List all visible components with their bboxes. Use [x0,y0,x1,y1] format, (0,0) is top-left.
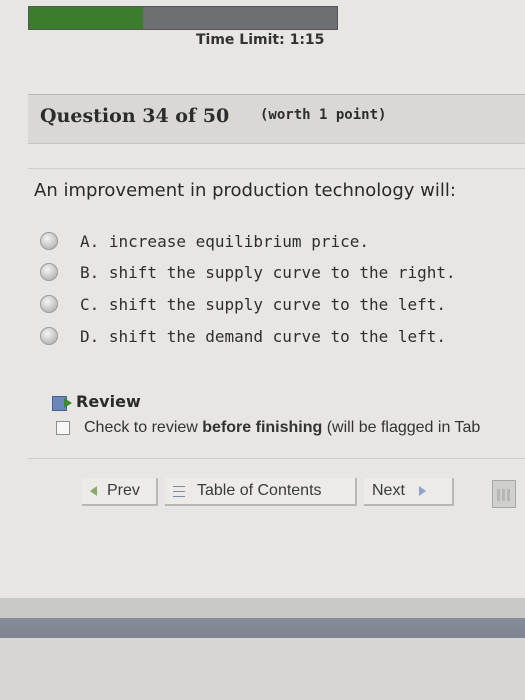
review-title: Review [76,392,141,411]
choice-label[interactable]: C. shift the supply curve to the left. [80,295,446,314]
radio-button[interactable] [40,232,58,250]
review-checkbox-label[interactable]: Check to review before finishing (will b… [84,419,480,437]
progress-bar [28,6,338,30]
question-title: Question 34 of 50 [40,105,230,127]
choice-c[interactable]: C. shift the supply curve to the left. [40,292,446,316]
review-section: Review [52,392,141,411]
divider [28,458,525,459]
radio-button[interactable] [40,295,58,313]
choice-a[interactable]: A. increase equilibrium price. [40,229,369,253]
next-label[interactable]: Next [372,482,405,500]
question-worth: (worth 1 point) [260,107,387,123]
choice-b[interactable]: B. shift the supply curve to the right. [40,260,456,284]
radio-button[interactable] [40,327,58,345]
choice-d[interactable]: D. shift the demand curve to the left. [40,324,446,348]
arrow-left-icon [90,486,97,496]
calculator-icon[interactable] [492,480,516,508]
arrow-right-icon [418,486,426,496]
time-limit: Time Limit: 1:15 [196,32,325,48]
review-flag-icon [52,394,72,411]
toc-label[interactable]: Table of Contents [197,482,322,500]
divider [28,168,525,169]
prev-button[interactable]: Prev [82,478,158,506]
progress-fill [29,7,143,29]
next-button[interactable]: Next [364,478,454,506]
prev-label[interactable]: Prev [107,482,140,500]
question-header: Question 34 of 50 (worth 1 point) [28,94,525,144]
review-checkbox[interactable] [56,421,70,435]
footer-bar [0,598,525,700]
list-icon [173,485,185,497]
radio-button[interactable] [40,263,58,281]
review-checkbox-row[interactable]: Check to review before finishing (will b… [56,419,480,437]
choice-label[interactable]: A. increase equilibrium price. [80,232,369,251]
choice-label[interactable]: B. shift the supply curve to the right. [80,263,456,282]
choice-label[interactable]: D. shift the demand curve to the left. [80,327,446,346]
question-prompt: An improvement in production technology … [34,180,456,201]
table-of-contents-button[interactable]: Table of Contents [165,478,357,506]
